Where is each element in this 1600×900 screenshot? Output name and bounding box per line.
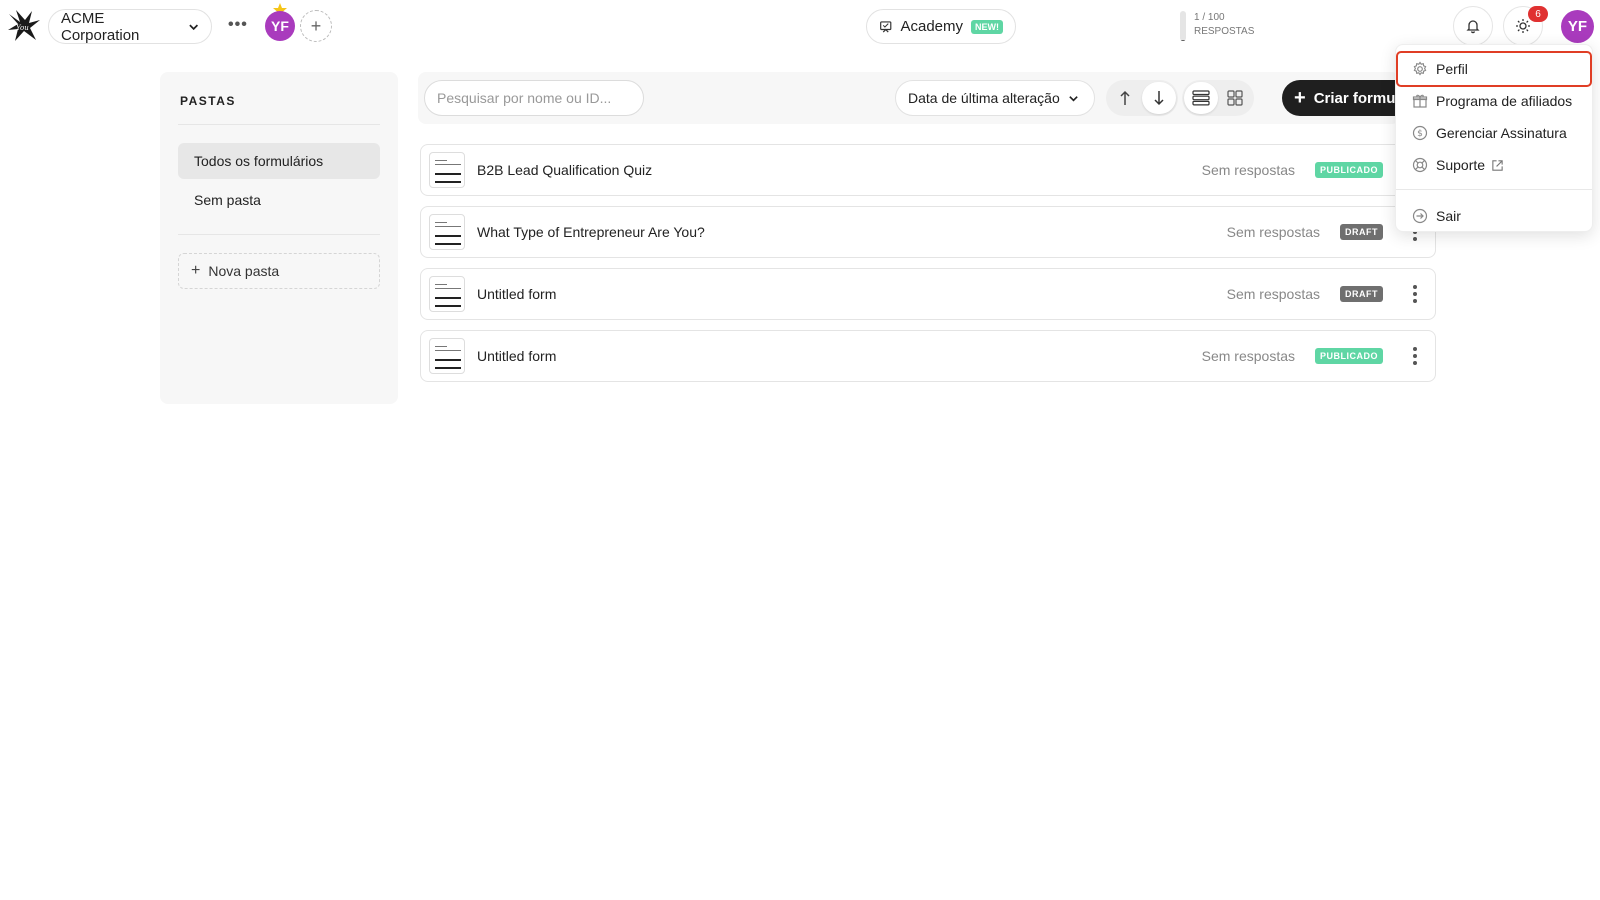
new-folder-label: Nova pasta — [208, 263, 280, 279]
folder-label: Sem pasta — [194, 192, 261, 208]
usage-bar — [1180, 11, 1186, 41]
presentation-icon — [880, 20, 892, 32]
lifebuoy-icon — [1412, 157, 1428, 173]
workspace-selector[interactable]: ACME Corporation — [48, 9, 212, 44]
user-menu: Perfil Programa de afiliados $ Gerenciar… — [1395, 44, 1593, 232]
notifications-button[interactable] — [1453, 6, 1493, 46]
notification-count-badge: 6 — [1528, 6, 1548, 22]
create-form-label: Criar formul — [1313, 89, 1400, 107]
menu-item-profile[interactable]: Perfil — [1396, 51, 1592, 87]
usage-label: RESPOSTAS — [1194, 26, 1255, 37]
status-badge: DRAFT — [1340, 224, 1383, 240]
folder-no-folder[interactable]: Sem pasta — [178, 182, 380, 218]
academy-button[interactable]: Academy NEW! — [866, 9, 1016, 44]
sort-direction-toggle — [1106, 80, 1178, 116]
status-badge: PUBLICADO — [1315, 348, 1383, 364]
arrow-up-icon — [1120, 90, 1130, 105]
menu-item-label: Suporte — [1436, 157, 1486, 173]
menu-item-label: Sair — [1436, 208, 1461, 224]
form-options-button[interactable] — [1395, 285, 1435, 303]
arrow-down-icon — [1154, 91, 1164, 106]
form-row[interactable]: Untitled form Sem respostas DRAFT — [420, 268, 1436, 320]
form-row[interactable]: B2B Lead Qualification Quiz Sem respostas… — [420, 144, 1436, 196]
grid-view-button[interactable] — [1218, 82, 1252, 114]
sort-ascending-button[interactable] — [1108, 82, 1142, 114]
view-mode-toggle — [1182, 80, 1254, 116]
form-title: What Type of Entrepreneur Are You? — [477, 224, 705, 240]
sort-dropdown[interactable]: Data de última alteração — [895, 80, 1095, 116]
dollar-icon: $ — [1412, 125, 1428, 141]
new-badge: NEW! — [971, 19, 1003, 34]
chevron-down-icon — [1069, 95, 1078, 102]
form-thumbnail-icon — [429, 214, 465, 250]
divider — [178, 124, 380, 125]
gift-icon — [1412, 94, 1428, 108]
top-bar: You ACME Corporation ••• YF + Academy NE… — [0, 0, 1600, 52]
status-badge: PUBLICADO — [1315, 162, 1383, 178]
user-avatar-button[interactable]: YF — [1561, 10, 1594, 43]
add-member-button[interactable]: + — [300, 10, 332, 42]
create-form-button[interactable]: + Criar formul — [1282, 80, 1400, 116]
divider — [178, 234, 380, 235]
responses-usage: 1 / 100 RESPOSTAS — [1180, 11, 1254, 41]
more-options-button[interactable]: ••• — [228, 16, 248, 34]
search-input[interactable] — [424, 80, 644, 116]
form-responses: Sem respostas — [1201, 348, 1295, 364]
form-thumbnail-icon — [429, 152, 465, 188]
menu-item-affiliate[interactable]: Programa de afiliados — [1396, 85, 1592, 117]
logo-icon[interactable]: You — [6, 8, 42, 44]
form-responses: Sem respostas — [1226, 224, 1320, 240]
form-row[interactable]: Untitled form Sem respostas PUBLICADO — [420, 330, 1436, 382]
gear-icon — [1413, 61, 1427, 76]
bell-icon — [1466, 20, 1480, 34]
forms-toolbar: Data de última alteração + Criar formul — [418, 72, 1400, 124]
workspace-name: ACME Corporation — [61, 9, 140, 44]
usage-bar-fill — [1180, 40, 1186, 41]
academy-label: Academy — [900, 18, 963, 35]
sort-descending-button[interactable] — [1142, 82, 1176, 114]
svg-text:You: You — [16, 24, 29, 32]
chevron-down-icon — [188, 24, 198, 30]
sort-label: Data de última alteração — [908, 90, 1060, 106]
external-link-icon — [1492, 159, 1503, 171]
usage-count: 1 / 100 — [1194, 12, 1225, 23]
sun-icon — [1516, 19, 1530, 33]
status-badge: DRAFT — [1340, 286, 1383, 302]
form-title: Untitled form — [477, 286, 557, 302]
menu-divider — [1396, 189, 1592, 190]
list-view-button[interactable] — [1184, 82, 1218, 114]
menu-item-label: Gerenciar Assinatura — [1436, 125, 1567, 141]
form-responses: Sem respostas — [1226, 286, 1320, 302]
form-title: B2B Lead Qualification Quiz — [477, 162, 653, 178]
folder-label: Todos os formulários — [194, 153, 324, 169]
folders-heading: PASTAS — [180, 94, 236, 108]
menu-item-logout[interactable]: Sair — [1396, 200, 1592, 232]
grid-icon — [1227, 90, 1243, 106]
form-options-button[interactable] — [1395, 347, 1435, 365]
menu-item-label: Perfil — [1436, 61, 1468, 77]
list-icon — [1192, 90, 1210, 106]
member-avatar[interactable]: YF — [265, 11, 295, 41]
menu-item-subscription[interactable]: $ Gerenciar Assinatura — [1396, 117, 1592, 149]
logout-icon — [1412, 208, 1428, 224]
form-title: Untitled form — [477, 348, 557, 364]
form-thumbnail-icon — [429, 338, 465, 374]
plus-icon: + — [191, 262, 201, 279]
form-row[interactable]: What Type of Entrepreneur Are You? Sem re… — [420, 206, 1436, 258]
form-thumbnail-icon — [429, 276, 465, 312]
folders-sidebar: PASTAS Todos os formulários Sem pasta + … — [160, 72, 398, 404]
plus-icon: + — [1294, 86, 1306, 109]
svg-text:$: $ — [1417, 129, 1423, 139]
menu-item-label: Programa de afiliados — [1436, 93, 1573, 109]
form-responses: Sem respostas — [1201, 162, 1295, 178]
menu-item-support[interactable]: Suporte — [1396, 149, 1592, 181]
folder-all-forms[interactable]: Todos os formulários — [178, 143, 380, 179]
new-folder-button[interactable]: + Nova pasta — [178, 253, 380, 289]
